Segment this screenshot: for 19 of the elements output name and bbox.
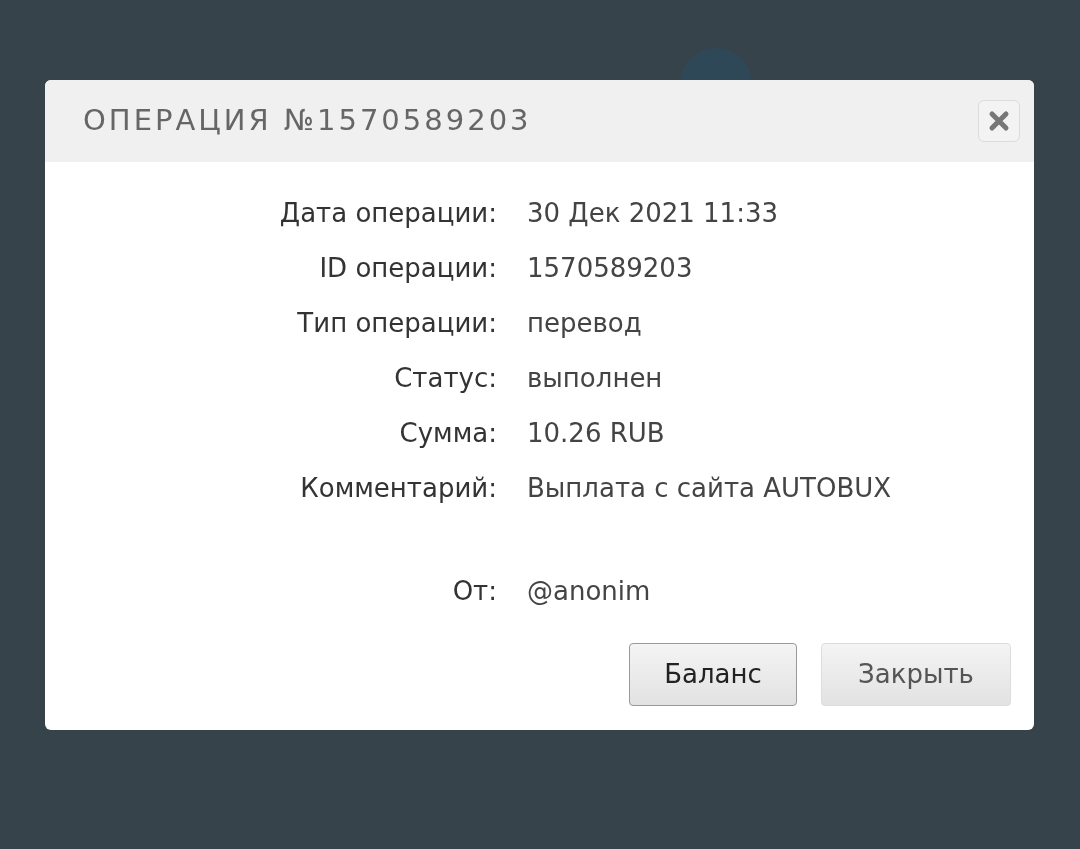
field-label: Комментарий: bbox=[299, 472, 497, 505]
dialog-title: ОПЕРАЦИЯ №1570589203 bbox=[83, 102, 532, 140]
field-value: перевод bbox=[527, 307, 643, 340]
field-value: 10.26 RUB bbox=[527, 417, 666, 450]
field-label: Тип операции: bbox=[296, 307, 497, 340]
dialog-button[interactable]: Баланс bbox=[629, 643, 797, 706]
field-label: Статус: bbox=[393, 362, 497, 395]
close-button[interactable] bbox=[978, 100, 1020, 142]
close-icon bbox=[988, 110, 1010, 132]
field-value: выполнен bbox=[527, 362, 664, 395]
field-value: 1570589203 bbox=[527, 252, 694, 285]
field-value: Выплата с сайта AUTOBUX bbox=[527, 472, 893, 505]
field-label: ID операции: bbox=[318, 252, 497, 285]
field-label: Сумма: bbox=[398, 417, 497, 450]
field-value: 30 Дек 2021 11:33 bbox=[527, 197, 779, 230]
field-value: @anonim bbox=[527, 575, 652, 608]
field-label: Дата операции: bbox=[278, 197, 497, 230]
field-label: От: bbox=[451, 575, 497, 608]
dialog-button[interactable]: Закрыть bbox=[821, 643, 1011, 706]
